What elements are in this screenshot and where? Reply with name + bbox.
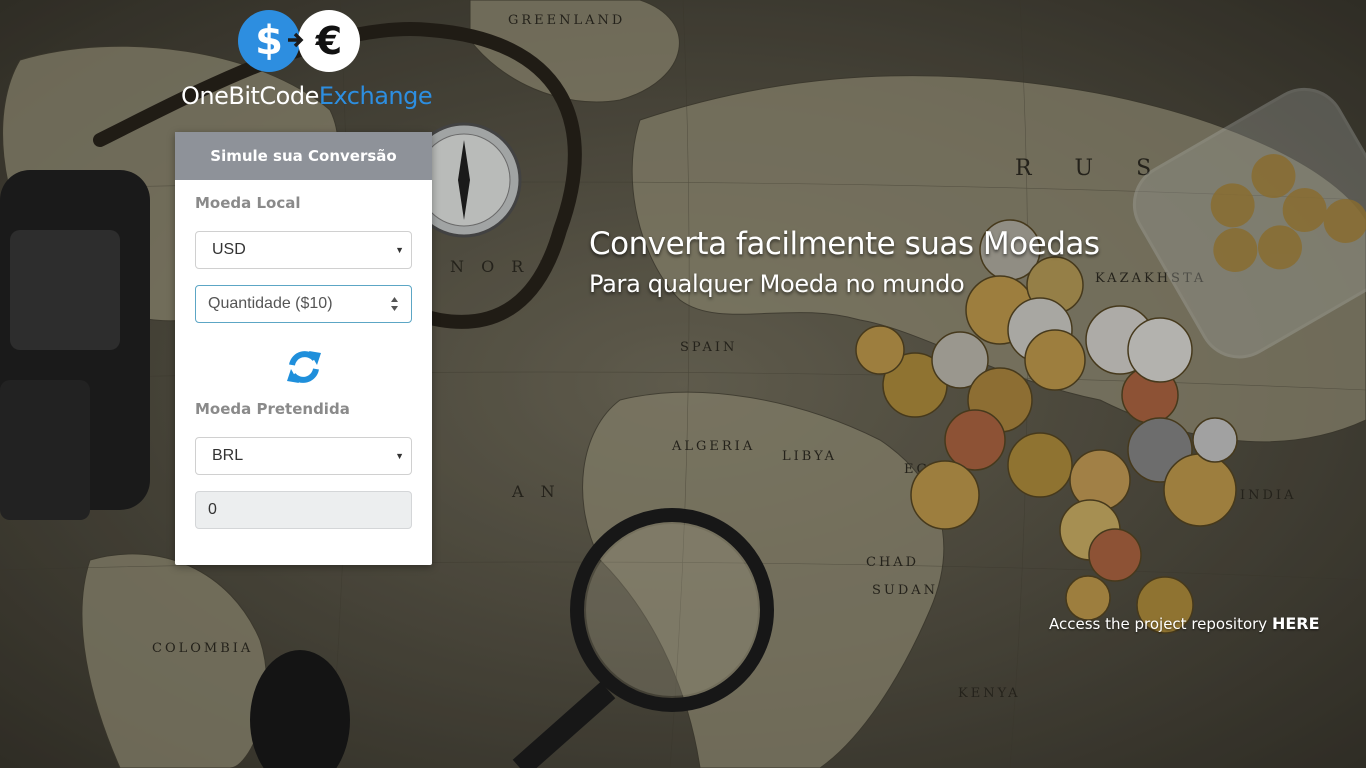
local-currency-label: Moeda Local: [195, 194, 301, 212]
result-field: 0: [195, 491, 412, 529]
repository-link[interactable]: HERE: [1272, 614, 1320, 633]
converter-title: Simule sua Conversão: [175, 132, 432, 180]
hero-subtitle: Para qualquer Moeda no mundo: [589, 270, 965, 298]
number-spinner-icon[interactable]: [390, 295, 399, 313]
repository-text: Access the project repository: [1049, 615, 1268, 633]
result-value: 0: [208, 501, 217, 518]
logo-word-primary: OneBitCode: [181, 82, 319, 110]
euro-coin-icon: €: [298, 10, 360, 72]
logo-word-accent: Exchange: [318, 82, 433, 110]
converter-card: Simule sua Conversão Moeda Local USD ▼ Q…: [175, 132, 432, 565]
target-currency-select[interactable]: BRL ▼: [195, 437, 412, 475]
chevron-down-icon: ▼: [395, 451, 404, 461]
refresh-icon[interactable]: [285, 345, 323, 389]
logo-wordmark: OneBitCodeExchange: [181, 82, 433, 110]
amount-input[interactable]: Quantidade ($10): [195, 285, 412, 323]
local-currency-select[interactable]: USD ▼: [195, 231, 412, 269]
amount-placeholder: Quantidade ($10): [208, 295, 333, 312]
local-currency-value: USD: [212, 241, 246, 258]
app-logo: $ € OneBitCodeExchange: [178, 8, 433, 116]
hero-title: Converta facilmente suas Moedas: [589, 226, 1100, 262]
target-currency-label: Moeda Pretendida: [195, 400, 350, 418]
arrow-right-icon: [288, 32, 304, 48]
target-currency-value: BRL: [212, 447, 244, 464]
chevron-down-icon: ▼: [395, 245, 404, 255]
repository-note: Access the project repository HERE: [1049, 614, 1320, 633]
